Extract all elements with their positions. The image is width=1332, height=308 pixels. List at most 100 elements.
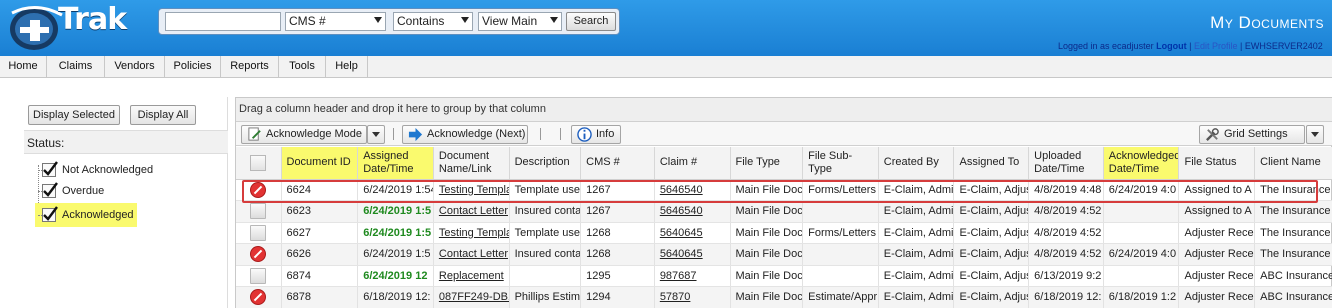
row-status-cell[interactable] (236, 265, 282, 287)
checkbox-checked[interactable] (42, 206, 58, 222)
menu-vendors[interactable]: Vendors (105, 56, 165, 78)
menu-policies[interactable]: Policies (165, 56, 221, 78)
menu-reports[interactable]: Reports (221, 56, 279, 78)
logout-link[interactable]: Logout (1156, 41, 1187, 51)
col-header-claim[interactable]: Claim # (654, 147, 731, 180)
cell-document-name[interactable]: Testing Templa (433, 222, 510, 244)
cell-document-name[interactable]: 087FF249-DB1 (433, 286, 510, 308)
cell-document-name[interactable]: Testing Template (433, 179, 510, 201)
cell-acknowledged-date (1103, 265, 1180, 287)
table-row[interactable]: 6626 6/24/2019 1:5 Contact Letter Insured c… (236, 243, 1332, 266)
not-allowed-icon[interactable] (250, 181, 267, 198)
row-status-cell[interactable] (236, 200, 282, 223)
cell-acknowledged-date (1103, 222, 1180, 244)
menu-help[interactable]: Help (326, 56, 368, 78)
row-select-checkbox[interactable] (250, 224, 267, 241)
cell-assigned-date: 6/18/2019 12: (357, 286, 434, 308)
cell-claim[interactable]: 57870 (654, 286, 731, 308)
col-header-description[interactable]: Description (509, 147, 582, 180)
cell-claim[interactable]: 5640645 (654, 222, 731, 244)
cell-assigned-to: E-Claim, Adjus (953, 179, 1030, 201)
menu-home[interactable]: Home (0, 56, 47, 78)
checkbox-checked[interactable] (42, 161, 58, 177)
cell-file-status: Adjuster Recei (1178, 265, 1256, 287)
cell-file-subtype (802, 200, 879, 223)
status-not-acknowledged[interactable]: Not Acknowledged (38, 161, 153, 179)
row-status-cell[interactable] (236, 222, 282, 244)
col-header-document-id[interactable]: Document ID (281, 147, 359, 180)
table-row[interactable]: 6627 6/24/2019 1:5 Testing Templa Template … (236, 222, 1332, 244)
col-header-document-name[interactable]: Document Name/Link (433, 147, 510, 180)
cell-assigned-date: 6/24/2019 12 (357, 265, 434, 287)
filter-panel: Display Selected Display All Status: Not… (24, 97, 228, 308)
cell-cms: 1294 (580, 286, 655, 308)
cell-assigned-to: E-Claim, Adjus (953, 222, 1030, 244)
col-header-assigned-to[interactable]: Assigned To (953, 147, 1030, 180)
cell-client-name: ABC Insurance (1254, 286, 1332, 308)
status-overdue[interactable]: Overdue (38, 182, 104, 200)
col-header-cms[interactable]: CMS # (580, 147, 655, 180)
not-allowed-icon[interactable] (250, 246, 267, 263)
row-status-cell[interactable] (236, 179, 282, 201)
info-button[interactable]: Info (571, 125, 621, 144)
menu-tools[interactable]: Tools (279, 56, 326, 78)
search-field-select[interactable]: CMS # (285, 12, 386, 31)
cell-document-name[interactable]: Contact Letter (433, 200, 510, 223)
cell-description: Phillips Estima (509, 286, 582, 308)
edit-profile-link[interactable]: Edit Profile (1194, 41, 1238, 51)
search-button[interactable]: Search (566, 12, 616, 31)
col-header-acknowledged-date[interactable]: Acknowledged Date/Time (1103, 147, 1180, 180)
cell-uploaded-date: 4/8/2019 4:52 (1028, 200, 1104, 223)
cell-cms: 1267 (580, 200, 655, 223)
display-all-button[interactable]: Display All (130, 105, 196, 125)
toolbar-divider (540, 128, 541, 140)
table-row[interactable]: 6623 6/24/2019 1:5 Contact Letter Insured c… (236, 200, 1332, 223)
row-status-cell[interactable] (236, 286, 282, 308)
cell-claim[interactable]: 5646540 (654, 200, 731, 223)
search-input[interactable] (165, 12, 281, 31)
grid-settings-button[interactable]: Grid Settings (1199, 125, 1305, 144)
row-select-checkbox[interactable] (250, 267, 267, 284)
cell-file-type: Main File Docu (730, 200, 804, 223)
col-header-assigned-date[interactable]: Assigned Date/Time (357, 147, 434, 180)
grid-toolbar: Acknowledge Mode Acknowledge (Next) Info… (236, 122, 1332, 146)
row-status-cell[interactable] (236, 243, 282, 266)
grid-settings-dropdown[interactable] (1306, 125, 1324, 144)
display-selected-button[interactable]: Display Selected (28, 105, 120, 125)
acknowledge-mode-button[interactable]: Acknowledge Mode (241, 125, 367, 144)
cell-created-by: E-Claim, Admi (878, 243, 955, 266)
cell-created-by: E-Claim, Admi (878, 265, 955, 287)
cell-assigned-date: 6/24/2019 1:5 (357, 222, 434, 244)
logged-in-label: Logged in as ecadjuster (1058, 41, 1154, 51)
col-header-file-type[interactable]: File Type (730, 147, 804, 180)
col-header-file-status[interactable]: File Status (1178, 147, 1256, 180)
not-allowed-icon[interactable] (250, 289, 267, 306)
cell-document-name[interactable]: Replacement (433, 265, 510, 287)
col-header-client-name[interactable]: Client Name (1254, 147, 1332, 180)
cell-document-name[interactable]: Contact Letter (433, 243, 510, 266)
group-by-bar[interactable]: Drag a column header and drop it here to… (236, 98, 1332, 122)
table-row[interactable]: 6874 6/24/2019 12 Replacement 1295 987687 Mai… (236, 265, 1332, 287)
table-row[interactable]: 66246/24/2019 1:54Testing TemplateTempla… (236, 179, 1332, 201)
search-operator-select[interactable]: Contains (393, 12, 473, 31)
select-all-checkbox[interactable] (250, 154, 267, 171)
acknowledge-mode-dropdown[interactable] (367, 125, 385, 144)
status-label: Overdue (62, 185, 105, 197)
cell-claim[interactable]: 5640645 (654, 243, 731, 266)
cell-document-id: 6878 (281, 286, 359, 308)
select-all-header[interactable] (236, 147, 282, 180)
col-header-created-by[interactable]: Created By (878, 147, 955, 180)
menu-claims[interactable]: Claims (47, 56, 105, 78)
col-header-uploaded-date[interactable]: Uploaded Date/Time (1028, 147, 1104, 180)
cell-claim[interactable]: 987687 (654, 265, 731, 287)
view-select[interactable]: View Main (478, 12, 562, 31)
table-row[interactable]: 6878 6/18/2019 12: 087FF249-DB1 Phillips Es… (236, 286, 1332, 308)
status-acknowledged[interactable]: Acknowledged (35, 203, 137, 227)
acknowledge-next-button[interactable]: Acknowledge (Next) (402, 125, 528, 144)
cell-claim[interactable]: 5646540 (654, 179, 731, 201)
checkbox-checked[interactable] (42, 182, 58, 198)
row-select-checkbox[interactable] (250, 203, 267, 220)
cell-file-type: Main File Docu (730, 286, 804, 308)
cell-file-subtype (802, 265, 879, 287)
col-header-file-subtype[interactable]: File Sub-Type (802, 147, 879, 180)
